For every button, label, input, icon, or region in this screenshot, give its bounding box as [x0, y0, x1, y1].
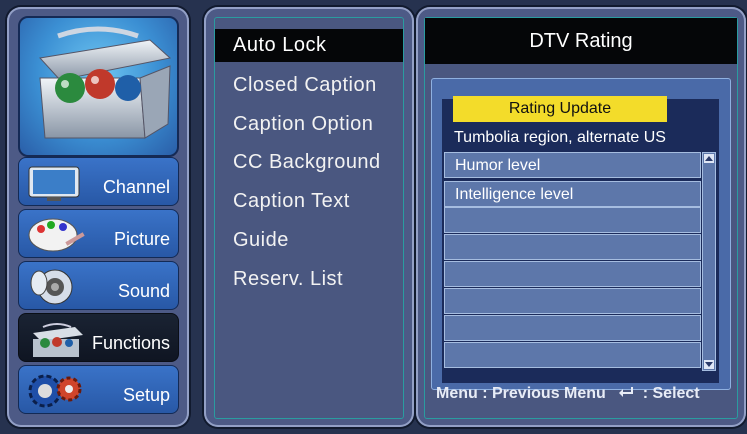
menu-item-cc-background[interactable]: CC Background [215, 146, 403, 179]
select-action: : Select [642, 385, 700, 402]
palette-icon [28, 218, 85, 252]
menu-item-caption-text[interactable]: Caption Text [215, 185, 403, 218]
speaker-icon [30, 269, 73, 305]
scroll-up-arrow-icon[interactable] [704, 154, 714, 163]
rating-row[interactable] [444, 261, 701, 287]
menu-item-caption-option[interactable]: Caption Option [215, 108, 403, 141]
menu-item-auto-lock[interactable]: Auto Lock [215, 29, 403, 62]
sidebar-item-label: Picture [113, 229, 170, 249]
enter-key-icon [619, 387, 634, 397]
gears-icon [28, 374, 82, 408]
sidebar-item-label: Channel [102, 177, 170, 197]
rating-row[interactable] [444, 288, 701, 314]
functions-menu: Auto Lock Closed Caption Caption Option … [214, 17, 404, 419]
sidebar-item-label: Sound [117, 281, 170, 301]
toolbox-icon [39, 26, 172, 139]
menu-key-action: : Previous Menu [482, 385, 606, 402]
rating-row[interactable] [444, 234, 701, 260]
toolbox-hero-image [18, 16, 179, 157]
scroll-down-arrow-icon[interactable] [704, 360, 714, 369]
sidebar-item-label: Functions [91, 333, 170, 353]
rating-row-intelligence[interactable]: Intelligence level [444, 181, 701, 207]
sidebar-item-label: Setup [122, 385, 170, 405]
sidebar-item-sound[interactable]: Sound [18, 261, 179, 310]
sidebar: Channel Picture Sound Functions Setup [7, 7, 189, 427]
menu-key-label: Menu [436, 385, 478, 402]
sidebar-item-setup[interactable]: Setup [18, 365, 179, 414]
rating-row-humor[interactable]: Humor level [444, 152, 701, 178]
toolbox-icon [33, 323, 83, 357]
rating-list-scrollbar[interactable] [702, 152, 716, 371]
page-title: DTV Rating [425, 18, 737, 64]
sidebar-item-picture[interactable]: Picture [18, 209, 179, 258]
tv-icon [28, 166, 80, 201]
menu-item-guide[interactable]: Guide [215, 224, 403, 257]
region-label: Tumbolia region, alternate US [454, 129, 666, 146]
rating-row[interactable] [444, 315, 701, 341]
menu-item-closed-caption[interactable]: Closed Caption [215, 69, 403, 102]
rating-update-button[interactable]: Rating Update [453, 96, 667, 122]
menu-item-reserv-list[interactable]: Reserv. List [215, 263, 403, 296]
sidebar-item-channel[interactable]: Channel [18, 157, 179, 206]
functions-menu-panel: Auto Lock Closed Caption Caption Option … [204, 7, 414, 427]
footer-hints: Menu : Previous Menu : Select [436, 385, 736, 403]
sidebar-item-functions[interactable]: Functions [18, 313, 179, 362]
rating-row[interactable] [444, 207, 701, 233]
rating-row[interactable] [444, 342, 701, 368]
